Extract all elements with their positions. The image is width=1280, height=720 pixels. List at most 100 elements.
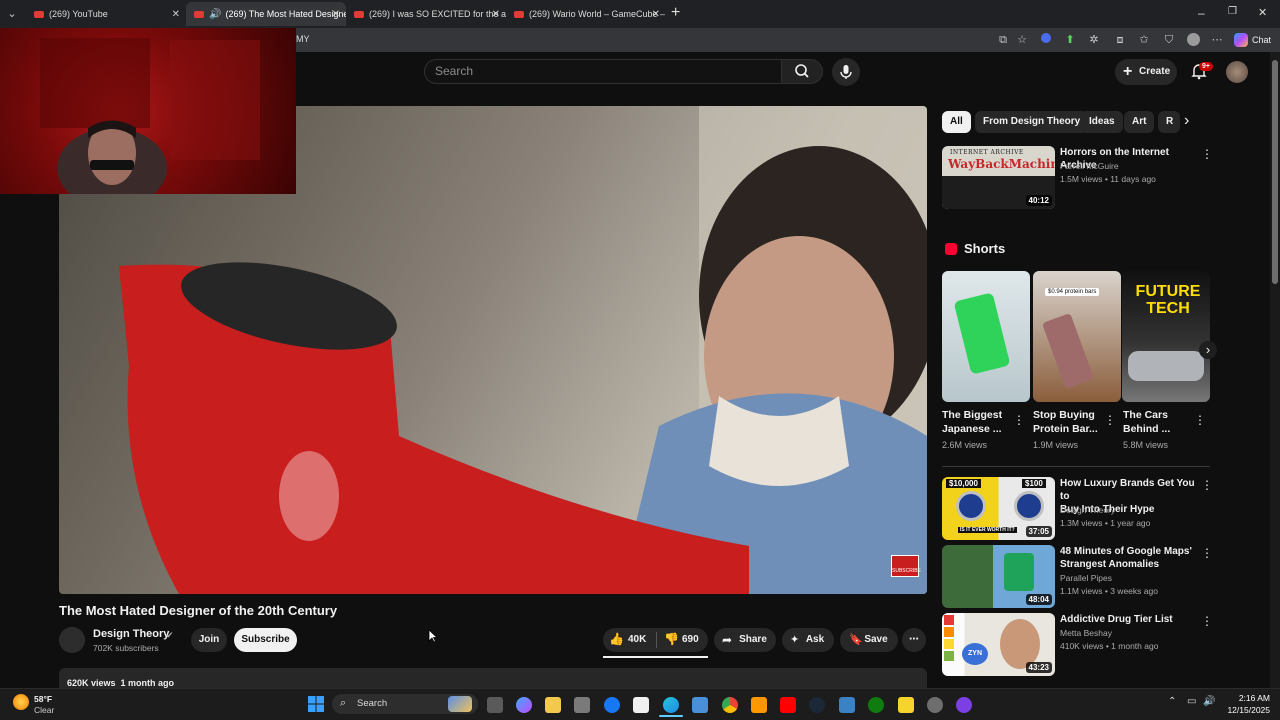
youtube-app-icon[interactable] xyxy=(780,697,796,713)
short-thumbnail-3[interactable]: FUTURE TECH xyxy=(1122,271,1210,402)
weather-moon-icon[interactable] xyxy=(13,694,29,710)
tab-close-icon[interactable]: ✕ xyxy=(172,9,180,20)
short-menu-icon[interactable]: ⋮ xyxy=(1104,414,1116,426)
tab-close-icon[interactable]: ✕ xyxy=(492,9,500,20)
taskbar-search-box[interactable]: ⌕ Search xyxy=(332,694,478,714)
chrome-icon[interactable] xyxy=(722,697,738,713)
calculator-icon[interactable] xyxy=(692,697,708,713)
like-count[interactable]: 40K xyxy=(628,634,646,645)
tab-most-hated-designer[interactable]: 🔊 (269) The Most Hated Designer ✕ xyxy=(186,2,346,26)
short-title-2[interactable]: Stop Buying Protein Bar... xyxy=(1033,408,1098,436)
facebook-icon[interactable] xyxy=(604,697,620,713)
create-button[interactable]: + Create xyxy=(1115,59,1177,85)
chip-art[interactable]: Art xyxy=(1124,111,1155,133)
file-explorer-icon[interactable] xyxy=(545,697,561,713)
thumbnail-luxury[interactable]: $10,000 $100 IS IT EVER WORTH IT? 37:05 xyxy=(942,477,1055,540)
edge-icon[interactable] xyxy=(663,697,679,713)
share-button[interactable]: ➦ Share xyxy=(714,628,776,652)
clock-date[interactable]: 12/15/2025 xyxy=(1222,705,1270,715)
favorites-icon[interactable]: ✩ xyxy=(1137,33,1151,47)
profile-icon[interactable] xyxy=(1186,33,1200,47)
avatar[interactable] xyxy=(1226,61,1248,83)
tab-youtube-home[interactable]: (269) YouTube ✕ xyxy=(26,2,186,26)
start-button[interactable] xyxy=(308,696,324,717)
tab-wario-world[interactable]: (269) Wario World – GameCube – ✕ xyxy=(506,2,666,26)
clock-time[interactable]: 2:16 AM xyxy=(1226,693,1270,703)
address-text[interactable]: MY xyxy=(296,34,310,44)
split-screen-icon[interactable]: ⧈ xyxy=(1113,33,1127,47)
short-menu-icon[interactable]: ⋮ xyxy=(1013,414,1025,426)
video-menu-icon[interactable]: ⋮ xyxy=(1201,479,1213,491)
thumbs-up-icon[interactable]: 👍 xyxy=(609,632,624,646)
dislike-count[interactable]: 690 xyxy=(682,634,699,645)
vlc-icon[interactable] xyxy=(751,697,767,713)
new-tab-button[interactable]: + xyxy=(671,4,680,22)
channel-name-design-theory[interactable]: Design Theory xyxy=(1060,504,1115,517)
voice-search-button[interactable] xyxy=(832,58,860,86)
task-view-icon[interactable] xyxy=(487,697,503,713)
tab-close-icon[interactable]: ✕ xyxy=(332,9,340,20)
copilot-chat-button[interactable]: Chat xyxy=(1234,33,1271,47)
speaker-icon[interactable]: 🔊 xyxy=(209,9,221,20)
extension-arrow-icon[interactable]: ⬆ xyxy=(1063,33,1077,47)
video-title-google-maps[interactable]: 48 Minutes of Google Maps' Strangest Anom… xyxy=(1060,545,1200,571)
short-thumbnail-2[interactable]: $0.94 protein bars xyxy=(1033,271,1121,402)
maximize-button[interactable]: ❐ xyxy=(1228,6,1237,17)
steam-icon[interactable] xyxy=(809,697,825,713)
favorite-star-icon[interactable]: ☆ xyxy=(1015,33,1029,47)
tray-chevron-icon[interactable]: ⌃ xyxy=(1168,696,1176,707)
short-title-3[interactable]: The Cars Behind ... xyxy=(1123,408,1170,436)
shorts-next-chevron-icon[interactable]: › xyxy=(1199,341,1217,359)
description-box[interactable]: 620K views 1 month ago xyxy=(59,668,927,688)
puzzle-icon[interactable]: ✲ xyxy=(1087,33,1101,47)
search-input[interactable]: Search xyxy=(424,59,782,84)
video-menu-icon[interactable]: ⋮ xyxy=(1201,615,1213,627)
channel-name-farrell[interactable]: Farrell McGuire xyxy=(1060,160,1119,173)
tab-list-chevron-icon[interactable]: ⌄ xyxy=(5,7,19,21)
channel-name-metta[interactable]: Metta Beshay xyxy=(1060,627,1112,640)
store-icon[interactable] xyxy=(574,697,590,713)
thumbnail-google-maps[interactable]: 48:04 xyxy=(942,545,1055,608)
search-button[interactable] xyxy=(781,59,823,84)
tab-so-excited[interactable]: (269) I was SO EXCITED for the all ✕ xyxy=(346,2,506,26)
shield-icon[interactable]: ⛉ xyxy=(1162,33,1176,47)
more-actions-button[interactable]: ⋯ xyxy=(902,628,926,652)
app-circle-icon[interactable] xyxy=(956,697,972,713)
amazon-icon[interactable] xyxy=(633,697,649,713)
short-title-1[interactable]: The Biggest Japanese ... xyxy=(942,408,1002,436)
chip-all[interactable]: All xyxy=(942,111,971,133)
tab-close-icon[interactable]: ✕ xyxy=(652,9,660,20)
copilot-taskbar-icon[interactable] xyxy=(516,697,532,713)
sticky-notes-icon[interactable] xyxy=(898,697,914,713)
obs-icon[interactable] xyxy=(927,697,943,713)
channel-name-parallel-pipes[interactable]: Parallel Pipes xyxy=(1060,572,1112,585)
video-menu-icon[interactable]: ⋮ xyxy=(1201,148,1213,160)
short-menu-icon[interactable]: ⋮ xyxy=(1194,414,1206,426)
more-menu-icon[interactable]: ⋯ xyxy=(1210,33,1224,47)
video-title-drug-tier[interactable]: Addictive Drug Tier List xyxy=(1060,613,1200,626)
channel-name[interactable]: Design Theory xyxy=(93,628,169,640)
close-window-button[interactable]: ✕ xyxy=(1258,6,1267,19)
video-menu-icon[interactable]: ⋮ xyxy=(1201,547,1213,559)
app-icon[interactable] xyxy=(839,697,855,713)
extension-icon[interactable] xyxy=(1039,33,1053,47)
subscribe-watermark[interactable]: SUBSCRIBE xyxy=(891,555,921,577)
chip-r[interactable]: R xyxy=(1158,111,1180,133)
ask-button[interactable]: ✦ Ask xyxy=(782,628,834,652)
reader-icon[interactable]: ⧉ xyxy=(996,33,1010,47)
xbox-icon[interactable] xyxy=(868,697,884,713)
network-icon[interactable]: ▭ xyxy=(1187,696,1196,707)
chip-ideas[interactable]: Ideas xyxy=(1081,111,1123,133)
chip-from-design-theory[interactable]: From Design Theory xyxy=(975,111,1089,133)
thumbs-down-icon[interactable]: 👎 xyxy=(664,632,679,646)
subscribe-button[interactable]: Subscribe xyxy=(234,628,297,652)
volume-icon[interactable]: 🔊 xyxy=(1203,696,1215,707)
scrollbar-thumb[interactable] xyxy=(1272,60,1278,284)
save-button[interactable]: 🔖 Save xyxy=(840,628,898,652)
minimize-button[interactable]: – xyxy=(1198,6,1205,20)
thumbnail-horrors[interactable]: INTERNET ARCHIVE WayBackMachine 40:12 xyxy=(942,146,1055,209)
thumbnail-drug-tier[interactable]: ZYN 43:23 xyxy=(942,613,1055,676)
chips-next-chevron-icon[interactable]: › xyxy=(1184,112,1189,130)
short-thumbnail-1[interactable] xyxy=(942,271,1030,402)
weather-temp[interactable]: 58°F xyxy=(34,694,52,704)
